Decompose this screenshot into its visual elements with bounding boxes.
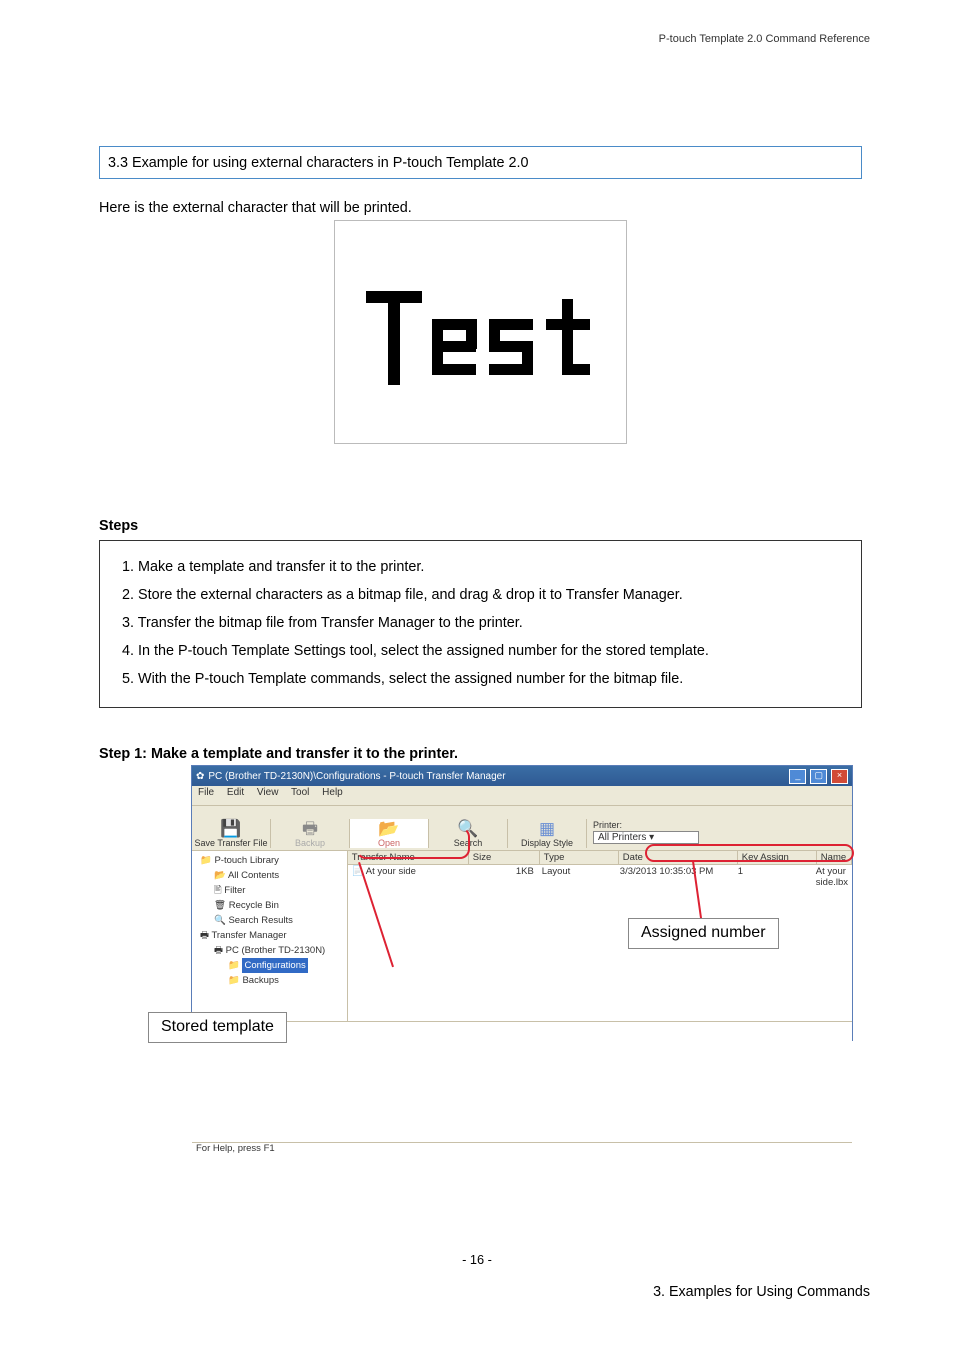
highlight-oval bbox=[356, 827, 470, 859]
menu-view[interactable]: View bbox=[257, 787, 279, 798]
tree-item[interactable]: 🖹 Filter bbox=[196, 883, 343, 898]
steps-heading: Steps bbox=[99, 518, 862, 534]
tree-item[interactable]: 🗑 Recycle Bin bbox=[196, 898, 343, 913]
section-box: 3.3 Example for using external character… bbox=[99, 146, 862, 179]
step1-heading: Step 1: Make a template and transfer it … bbox=[99, 746, 862, 762]
test-bitmap bbox=[366, 291, 596, 385]
tree-item[interactable]: 📂 All Contents bbox=[196, 868, 343, 883]
tree-item[interactable]: 🖶 PC (Brother TD-2130N) bbox=[196, 943, 343, 958]
toolbar-backup[interactable]: 🖶Backup bbox=[271, 819, 350, 848]
cell-type: Layout bbox=[538, 865, 616, 889]
doc-header: P-touch Template 2.0 Command Reference bbox=[659, 33, 870, 45]
step-item: 4. In the P-touch Template Settings tool… bbox=[122, 637, 839, 665]
tree-item-selected[interactable]: 📁 Configurations bbox=[196, 958, 343, 973]
menu-edit[interactable]: Edit bbox=[227, 787, 244, 798]
section-title: 3.3 Example for using external character… bbox=[108, 155, 853, 171]
step-item: 5. With the P-touch Template commands, s… bbox=[122, 665, 839, 693]
highlight-oval bbox=[645, 844, 854, 862]
printer-icon: 🖶 bbox=[271, 819, 349, 838]
col-size[interactable]: Size bbox=[469, 851, 540, 864]
toolbar-save-transfer[interactable]: 💾Save Transfer File bbox=[192, 819, 271, 848]
cell-key-assign: 1 bbox=[734, 865, 812, 889]
window-titlebar: ✿ PC (Brother TD-2130N)\Configurations - … bbox=[192, 766, 852, 786]
callout-assigned-number: Assigned number bbox=[628, 918, 779, 949]
list-row[interactable]: 📄 At your side 1KB Layout 3/3/2013 10:35… bbox=[348, 865, 852, 889]
tree-item[interactable]: 📁 Backups bbox=[196, 973, 343, 988]
status-bar: For Help, press F1 bbox=[192, 1142, 852, 1159]
page-number: - 16 - bbox=[0, 1252, 954, 1267]
menu-help[interactable]: Help bbox=[322, 787, 343, 798]
tree-item[interactable]: 🖶 Transfer Manager bbox=[196, 928, 343, 943]
window-title: PC (Brother TD-2130N)\Configurations - P… bbox=[208, 771, 505, 782]
step-item: 1. Make a template and transfer it to th… bbox=[122, 553, 839, 581]
transfer-manager-window: ✿ PC (Brother TD-2130N)\Configurations - … bbox=[191, 765, 853, 1041]
app-icon: ✿ bbox=[196, 771, 204, 782]
printer-select[interactable]: All Printers ▾ bbox=[593, 831, 699, 844]
intro-text: Here is the external character that will… bbox=[99, 200, 862, 216]
minimize-button[interactable]: _ bbox=[789, 769, 806, 784]
tree-item[interactable]: 🔍 Search Results bbox=[196, 913, 343, 928]
menu-bar[interactable]: File Edit View Tool Help bbox=[192, 786, 852, 806]
printer-label: Printer: bbox=[593, 820, 699, 830]
cell-date: 3/3/2013 10:35:03 PM bbox=[616, 865, 734, 889]
preview-pane: our side bbox=[192, 1021, 852, 1142]
sample-preview-box bbox=[334, 220, 627, 444]
menu-file[interactable]: File bbox=[198, 787, 214, 798]
toolbar-display-style[interactable]: ▦Display Style bbox=[508, 819, 587, 848]
step-item: 2. Store the external characters as a bi… bbox=[122, 581, 839, 609]
menu-tool[interactable]: Tool bbox=[291, 787, 309, 798]
chevron-down-icon: ▾ bbox=[649, 832, 654, 843]
cell-name: At your side.lbx bbox=[812, 865, 852, 889]
tree-pane[interactable]: 📁 P-touch Library 📂 All Contents 🖹 Filte… bbox=[192, 851, 348, 1021]
grid-icon: ▦ bbox=[508, 819, 586, 838]
tree-item[interactable]: 📁 P-touch Library bbox=[196, 853, 343, 868]
maximize-button[interactable]: ▢ bbox=[810, 769, 827, 784]
save-icon: 💾 bbox=[192, 819, 270, 838]
callout-stored-template: Stored template bbox=[148, 1012, 287, 1043]
cell-size: 1KB bbox=[468, 865, 538, 889]
steps-box: 1. Make a template and transfer it to th… bbox=[99, 540, 862, 708]
step-item: 3. Transfer the bitmap file from Transfe… bbox=[122, 609, 839, 637]
col-type[interactable]: Type bbox=[540, 851, 619, 864]
chapter-footer: 3. Examples for Using Commands bbox=[653, 1284, 870, 1300]
close-button[interactable]: × bbox=[831, 769, 848, 784]
